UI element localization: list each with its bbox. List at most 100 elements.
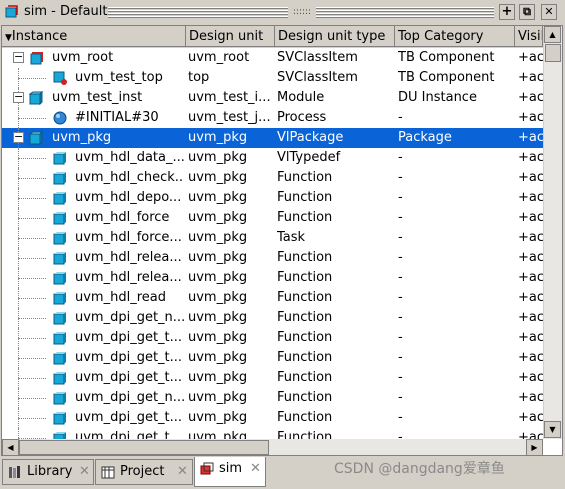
table-row[interactable]: uvm_hdl_relea... uvm_pkg Function - +ac [2,248,543,268]
table-row[interactable]: − uvm_root uvm_root SVClassItem TB Component… [2,48,543,68]
column-design-unit[interactable]: Design unit [186,26,275,47]
function-icon [53,411,67,425]
visibility-cell: +ac [518,290,543,305]
horizontal-scroll-thumb[interactable] [19,440,269,455]
design-unit-cell: uvm_pkg [188,350,248,365]
design-unit-cell: uvm_pkg [188,210,248,225]
instance-name: #INITIAL#30 [75,110,159,125]
visibility-cell: +ac [518,310,543,325]
window-drag-grip[interactable]: :::::: [108,7,494,18]
design-unit-type-cell: Function [277,350,333,365]
instance-cell: − uvm_root [2,48,184,68]
window-title: sim - Default [24,4,108,19]
collapse-toggle-icon[interactable]: − [13,131,24,143]
visibility-cell: +ac [518,390,543,405]
design-unit-type-cell: Function [277,170,333,185]
instance-cell: uvm_dpi_get_t... [2,348,184,368]
visibility-cell: +ac [518,270,543,285]
visibility-cell: +ac [518,210,543,225]
instance-name: uvm_dpi_get_t... [75,410,183,425]
instance-cell: #INITIAL#30 [2,108,184,128]
visibility-cell: +ac [518,90,543,105]
instance-name: uvm_test_inst [52,90,143,105]
top-category-cell: - [398,330,403,345]
visibility-cell: +ac [518,350,543,365]
instance-cell: uvm_test_top [2,68,184,88]
table-row[interactable]: #INITIAL#30 uvm_test_j... Process - +ac [2,108,543,128]
column-design-unit-type[interactable]: Design unit type [275,26,395,47]
scroll-right-icon[interactable]: ▶ [526,439,543,455]
close-icon[interactable]: ✕ [250,457,261,481]
package-icon [28,130,44,146]
scroll-left-icon[interactable]: ◀ [2,439,19,455]
table-row[interactable]: uvm_test_top top SVClassItem TB Component +a… [2,68,543,88]
horizontal-scrollbar[interactable]: ◀ ▶ [2,439,543,455]
design-unit-type-cell: Task [277,230,306,245]
design-unit-cell: top [188,70,210,85]
column-instance[interactable]: ▼Instance [2,26,186,47]
column-visibility[interactable]: Visil [515,26,543,47]
instance-cell: uvm_dpi_get_t... [2,408,184,428]
table-row[interactable]: uvm_dpi_get_t... uvm_pkg Function - +ac [2,368,543,388]
table-row[interactable]: uvm_dpi_get_t... uvm_pkg Function - +ac [2,348,543,368]
column-top-category[interactable]: Top Category [395,26,515,47]
table-row[interactable]: uvm_hdl_check... uvm_pkg Function - +ac [2,168,543,188]
instance-name: uvm_dpi_get_n... [75,390,184,405]
table-row[interactable]: uvm_hdl_depo... uvm_pkg Function - +ac [2,188,543,208]
table-row[interactable]: uvm_dpi_get_t... uvm_pkg Function - +ac [2,408,543,428]
instance-cell: uvm_hdl_relea... [2,248,184,268]
table-row[interactable]: − uvm_pkg uvm_pkg VlPackage Package +ac [2,128,543,148]
close-icon[interactable]: ✕ [79,460,90,484]
table-row[interactable]: uvm_hdl_force... uvm_pkg Task - +ac [2,228,543,248]
design-unit-cell: uvm_pkg [188,250,248,265]
table-row[interactable]: uvm_hdl_force uvm_pkg Function - +ac [2,208,543,228]
table-row[interactable]: uvm_hdl_read uvm_pkg Function - +ac [2,288,543,308]
grip-dots: :::::: [288,7,316,18]
instance-name: uvm_hdl_depo... [75,190,182,205]
table-row[interactable]: uvm_hdl_relea... uvm_pkg Function - +ac [2,268,543,288]
table-row[interactable]: uvm_dpi_get_t... uvm_pkg Function - +ac [2,328,543,348]
design-unit-type-cell: SVClassItem [277,70,358,85]
instance-name: uvm_pkg [52,130,112,145]
column-instance-label: Instance [11,29,68,44]
design-unit-cell: uvm_pkg [188,190,248,205]
design-unit-type-cell: Function [277,370,333,385]
top-category-cell: - [398,230,403,245]
top-category-cell: - [398,370,403,385]
tab-sim[interactable]: sim ✕ [194,457,266,487]
undock-button[interactable]: ⧉ [519,4,535,20]
vertical-scroll-thumb[interactable] [545,44,561,62]
vertical-scrollbar[interactable]: ▲ ▼ [543,26,562,439]
function-icon [53,211,67,225]
top-category-cell: - [398,310,403,325]
design-unit-cell: uvm_pkg [188,170,248,185]
table-row[interactable]: uvm_hdl_data_... uvm_pkg VlTypedef - +ac [2,148,543,168]
visibility-cell: +ac [518,150,543,165]
sort-arrow-icon: ▼ [5,33,12,43]
design-unit-type-cell: Function [277,190,333,205]
table-row[interactable]: uvm_dpi_get_n... uvm_pkg Function - +ac [2,388,543,408]
function-icon [53,251,67,265]
table-row[interactable]: − uvm_test_inst uvm_test_i... Module DU Inst… [2,88,543,108]
design-unit-type-cell: VlTypedef [277,150,341,165]
top-category-cell: - [398,410,403,425]
table-row[interactable]: uvm_dpi_get_n... uvm_pkg Function - +ac [2,308,543,328]
instance-name: uvm_hdl_check... [75,170,184,185]
scroll-up-icon[interactable]: ▲ [544,26,561,43]
collapse-toggle-icon[interactable]: − [13,51,24,63]
top-category-cell: - [398,270,403,285]
module-icon [28,90,44,106]
tab-sim-label: sim [219,461,243,476]
add-pane-button[interactable]: + [499,4,515,20]
design-unit-type-cell: Function [277,410,333,425]
close-pane-button[interactable]: ✕ [541,4,557,20]
tab-library[interactable]: Library ✕ [2,459,94,485]
instance-name: uvm_root [52,50,114,65]
close-icon[interactable]: ✕ [177,460,188,484]
function-icon [53,351,67,365]
tab-project[interactable]: Project ✕ [95,459,193,485]
visibility-cell: +ac [518,110,543,125]
function-icon [53,291,67,305]
collapse-toggle-icon[interactable]: − [13,91,24,103]
scroll-down-icon[interactable]: ▼ [544,421,561,438]
